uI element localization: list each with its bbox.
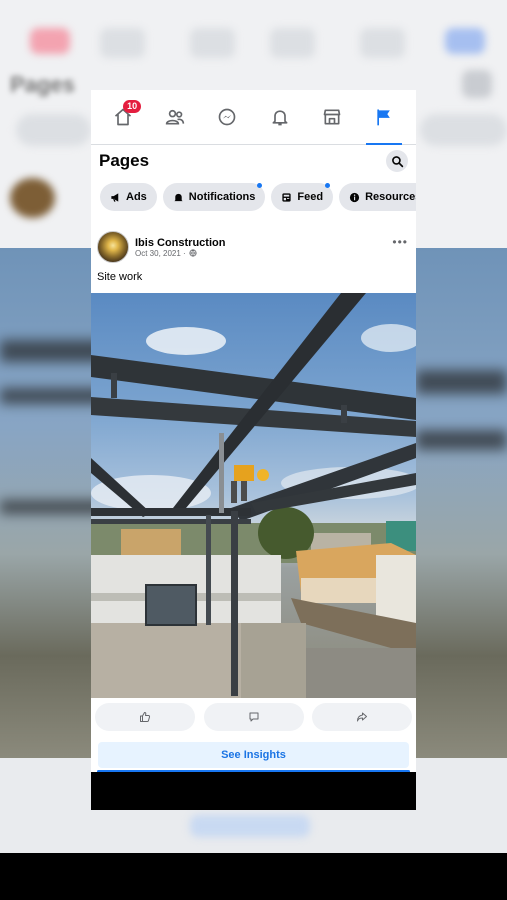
search-icon (391, 155, 403, 167)
post-text: Site work (97, 271, 143, 283)
background-blob (445, 28, 485, 54)
pages-header: Pages (91, 145, 416, 177)
globe-icon (189, 249, 197, 257)
nav-pages[interactable] (362, 97, 406, 145)
background-blob (30, 28, 70, 54)
nav-messenger[interactable] (205, 97, 249, 137)
home-notification-badge: 10 (123, 100, 142, 113)
post-header: Ibis Construction Oct 30, 2021 · ••• (91, 229, 416, 265)
thumbs-up-icon (140, 712, 151, 722)
background-blob (10, 178, 55, 218)
info-icon (350, 192, 360, 202)
friends-icon (166, 109, 185, 125)
avatar[interactable] (97, 231, 129, 263)
megaphone-icon (111, 192, 119, 202)
chip-feed[interactable]: Feed (271, 183, 334, 211)
bell-icon (272, 110, 288, 126)
background-beam (416, 370, 507, 394)
background-blob (270, 28, 315, 58)
post-photo[interactable] (91, 293, 416, 698)
background-blob (100, 28, 145, 58)
post-action-bar (91, 698, 416, 736)
background-blob (360, 28, 405, 58)
nav-friends[interactable] (153, 97, 197, 137)
post-author[interactable]: Ibis Construction (135, 237, 225, 249)
background-blob (16, 114, 91, 146)
top-navigation: 10 (91, 90, 416, 145)
search-button[interactable] (386, 150, 408, 172)
background-blob (190, 815, 310, 837)
background-blob (462, 70, 492, 98)
chip-notifications-label: Notifications (188, 191, 256, 203)
messenger-icon (219, 108, 236, 126)
new-indicator-dot (325, 183, 331, 188)
background-beam (416, 430, 507, 450)
comment-button[interactable] (203, 703, 304, 731)
see-insights-button[interactable]: See Insights (98, 742, 409, 768)
more-options-icon[interactable]: ••• (392, 235, 408, 249)
nav-home[interactable]: 10 (101, 97, 145, 137)
chip-feed-label: Feed (297, 191, 324, 203)
page-title: Pages (99, 151, 150, 170)
new-indicator-dot (257, 183, 263, 188)
comment-icon (249, 712, 258, 722)
chip-notifications[interactable]: Notifications (162, 183, 266, 211)
phone-screen: 10 Pages Ads Notifications Feed Resource… (91, 90, 416, 810)
nav-notifications[interactable] (258, 97, 302, 137)
chip-ads-label: Ads (126, 191, 147, 203)
screen-bottom-bar (91, 772, 416, 810)
post-date-text: Oct 30, 2021 · (135, 248, 186, 258)
feed-icon (282, 192, 292, 202)
flag-icon (377, 109, 390, 126)
pages-shortcut-chips: Ads Notifications Feed Resources (91, 177, 416, 217)
share-icon (357, 712, 367, 722)
chip-ads[interactable]: Ads (100, 183, 157, 211)
construction-site-photo (91, 293, 416, 698)
chip-resources[interactable]: Resources (339, 183, 416, 211)
chip-resources-label: Resources (365, 191, 416, 203)
bell-icon (174, 193, 183, 202)
share-button[interactable] (312, 703, 412, 731)
background-text-blur: Pages (10, 72, 75, 97)
nav-marketplace[interactable] (310, 97, 354, 137)
background-blob (420, 114, 507, 146)
post-meta: Ibis Construction Oct 30, 2021 · (135, 237, 225, 258)
background-black-bar (0, 853, 507, 900)
like-button[interactable] (95, 703, 195, 731)
marketplace-icon (323, 109, 341, 125)
post-date: Oct 30, 2021 · (135, 249, 225, 258)
background-blob (190, 28, 235, 58)
